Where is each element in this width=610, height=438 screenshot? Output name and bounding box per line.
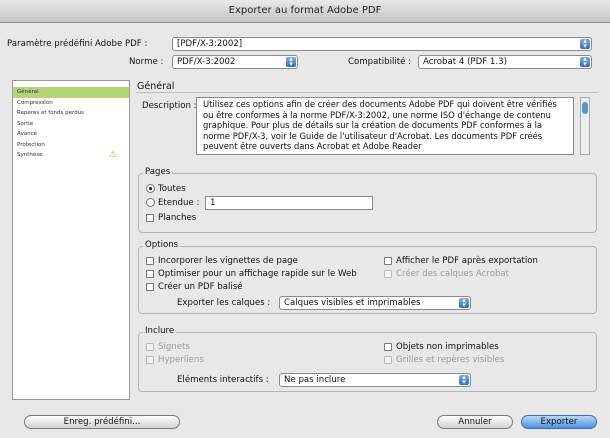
compat-select[interactable]: Acrobat 4 (PDF 1.3) ▴ ▾ [418, 55, 592, 69]
section-heading: Général [137, 81, 175, 92]
popup-arrows-icon: ▴ ▾ [459, 297, 469, 309]
sidebar-item-summary[interactable]: Synthèse ⚠ [13, 150, 129, 161]
export-pdf-dialog: Exporter au format Adobe PDF Paramètre p… [0, 0, 610, 438]
tagged-label: Créer un PDF balisé [158, 282, 243, 292]
preset-value: [PDF/X-3:2002] [177, 39, 243, 49]
save-preset-button[interactable]: Enreg. prédéfini... [24, 415, 180, 429]
bookmarks-label: Signets [158, 342, 190, 352]
scroll-thumb[interactable] [582, 102, 588, 114]
window-title: Exporter au format Adobe PDF [0, 0, 610, 23]
thumbs-checkbox[interactable] [146, 257, 154, 265]
popup-arrows-icon: ▴ ▾ [580, 38, 590, 50]
pages-range-input[interactable]: 1 [205, 196, 373, 210]
norme-label: Norme : [129, 57, 164, 67]
layers-checkbox[interactable] [384, 270, 392, 278]
compat-label: Compatibilité : [348, 57, 412, 67]
pages-all-label: Toutes [158, 184, 186, 194]
tagged-checkbox[interactable] [146, 283, 154, 291]
guides-label: Grilles et repères visibles [396, 355, 505, 365]
sidebar-item-compression[interactable]: Compression [13, 98, 129, 109]
include-title: Inclure [143, 326, 177, 336]
spreads-checkbox[interactable] [146, 214, 154, 222]
options-title: Options [143, 240, 181, 250]
sidebar-item-output[interactable]: Sortie [13, 119, 129, 130]
sidebar-item-advanced[interactable]: Avancé [13, 129, 129, 140]
layers-label: Créer des calques Acrobat [396, 269, 510, 279]
sidebar-item-general[interactable]: Général [13, 87, 129, 98]
thumbs-label: Incorporer les vignettes de page [158, 256, 298, 266]
warning-icon: ⚠ [108, 150, 117, 160]
guides-checkbox[interactable] [384, 356, 392, 364]
norme-select[interactable]: PDF/X-3:2002 ▴ ▾ [172, 55, 298, 69]
export-button[interactable]: Exporter [521, 415, 597, 429]
description-label: Description : [142, 101, 197, 111]
spreads-label: Planches [158, 213, 197, 223]
pages-range-value: 1 [210, 198, 216, 208]
cancel-button[interactable]: Annuler [437, 415, 513, 429]
compat-value: Acrobat 4 (PDF 1.3) [423, 57, 507, 67]
interactive-value: Ne pas inclure [284, 375, 346, 385]
hyperlinks-label: Hyperliens [158, 355, 204, 365]
export-layers-select[interactable]: Calques visibles et imprimables ▴ ▾ [279, 296, 471, 310]
heading-divider [136, 92, 598, 93]
nonprint-label: Objets non imprimables [396, 342, 499, 352]
bookmarks-checkbox[interactable] [146, 343, 154, 351]
export-layers-value: Calques visibles et imprimables [284, 298, 421, 308]
popup-arrows-icon: ▴ ▾ [286, 56, 296, 68]
popup-arrows-icon: ▴ ▾ [459, 374, 469, 386]
fastweb-checkbox[interactable] [146, 270, 154, 278]
interactive-select[interactable]: Ne pas inclure ▴ ▾ [279, 373, 471, 387]
pages-range-label: Etendue : [158, 198, 200, 208]
sidebar: Général Compression Repères et fonds per… [12, 80, 130, 400]
interactive-label: Eléments interactifs : [177, 375, 269, 385]
viewafter-label: Afficher le PDF après exportation [396, 256, 538, 266]
sidebar-item-security[interactable]: Protection [13, 140, 129, 151]
viewafter-checkbox[interactable] [384, 257, 392, 265]
norme-value: PDF/X-3:2002 [177, 57, 236, 67]
nonprint-checkbox[interactable] [384, 343, 392, 351]
sidebar-item-marks-bleeds[interactable]: Repères et fonds perdus [13, 108, 129, 119]
pages-range-radio[interactable] [146, 198, 155, 207]
preset-label: Paramètre prédéfini Adobe PDF : [7, 39, 148, 49]
description-scrollbar[interactable] [580, 97, 590, 155]
pages-all-radio[interactable] [146, 184, 155, 193]
fastweb-label: Optimiser pour un affichage rapide sur l… [158, 269, 357, 279]
popup-arrows-icon: ▴ ▾ [580, 56, 590, 68]
preset-select[interactable]: [PDF/X-3:2002] ▴ ▾ [172, 37, 592, 51]
hyperlinks-checkbox[interactable] [146, 356, 154, 364]
description-text[interactable]: Utilisez ces options afin de créer des d… [196, 97, 574, 155]
export-layers-label: Exporter les calques : [177, 298, 271, 308]
pages-title: Pages [143, 167, 173, 177]
